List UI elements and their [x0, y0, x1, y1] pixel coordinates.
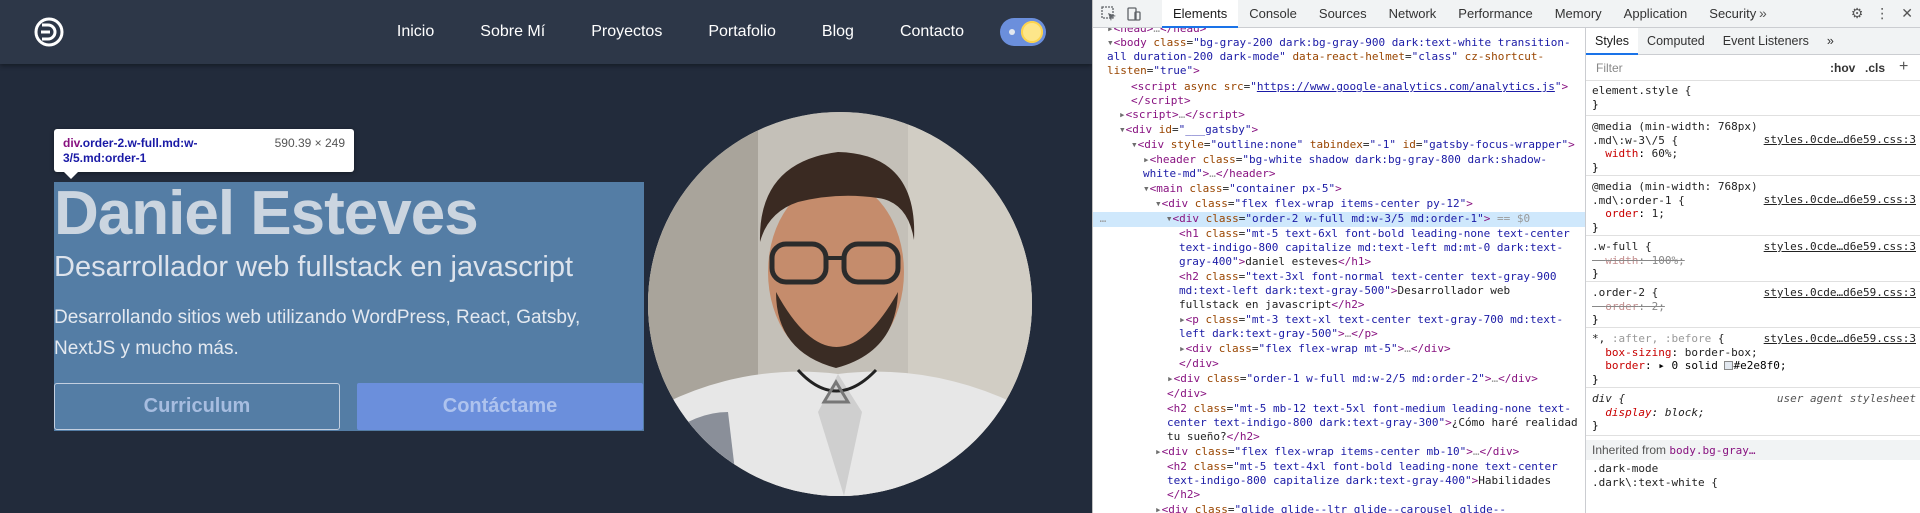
dom-node-script-analytics[interactable]: <script async src="https://www.google-an… [1093, 80, 1585, 95]
dom-node-h1[interactable]: <h1 class="mt-5 text-6xl font-bold leadi… [1093, 227, 1585, 242]
hero-name: Daniel Esteves [54, 179, 479, 248]
tab-network[interactable]: Network [1378, 0, 1448, 28]
rule-dark-mode[interactable]: .dark-mode .dark\:text-white { [1586, 462, 1920, 513]
dom-node-h2-cont2: fullstack en javascript</h2> [1179, 298, 1365, 311]
dom-node-photo-div[interactable]: ▸<div class="order-1 w-full md:w-2/5 md:… [1093, 372, 1585, 387]
contact-button[interactable]: Contáctame [357, 383, 643, 430]
dom-node-h2-sueno[interactable]: <h2 class="mt-5 mb-12 text-5xl font-medi… [1093, 402, 1585, 417]
tab-event-listeners[interactable]: Event Listeners [1714, 28, 1818, 55]
rule-user-agent-div[interactable]: div {user agent stylesheet display: bloc… [1586, 392, 1920, 436]
tab-security[interactable]: Security [1698, 0, 1767, 28]
dom-node-flex-wrap[interactable]: ▾<div class="flex flex-wrap items-center… [1093, 197, 1585, 212]
tab-memory[interactable]: Memory [1544, 0, 1613, 28]
profile-photo [648, 112, 1032, 496]
nav-link-proyectos[interactable]: Proyectos [591, 23, 662, 41]
tab-console[interactable]: Console [1238, 0, 1308, 28]
dom-node-h1-cont2: gray-400">daniel esteves</h1> [1179, 255, 1372, 268]
tab-performance[interactable]: Performance [1447, 0, 1543, 28]
dom-node-script-close: </script> [1131, 94, 1191, 107]
dom-node-h2-hab-cont: text-indigo-800 capitalize dark:text-gra… [1167, 474, 1552, 487]
inherited-selector[interactable]: body.bg-gray… [1669, 444, 1755, 457]
dom-node-focus-wrapper[interactable]: ▾<div style="outline:none" tabindex="-1"… [1093, 138, 1585, 153]
site-header: Inicio Sobre Mí Proyectos Portafolio Blo… [0, 0, 1092, 64]
tab-computed[interactable]: Computed [1638, 28, 1714, 55]
rule-md-order-1[interactable]: @media (min-width: 768px) .md\:order-1 {… [1586, 180, 1920, 236]
devtools-tabs: Elements Console Sources Network Perform… [1162, 0, 1767, 28]
nav-link-contacto[interactable]: Contacto [900, 23, 964, 41]
dom-node-h2-habilidades[interactable]: <h2 class="mt-5 text-4xl font-bold leadi… [1093, 460, 1585, 475]
styles-more-icon[interactable]: » [1818, 28, 1843, 55]
cls-toggle[interactable]: .cls [1865, 61, 1885, 75]
dom-node-h2-sueno-cont2: tu sueño?</h2> [1167, 430, 1260, 443]
inspect-tooltip: div.order-2.w-full.md:w-3/5.md:order-1 5… [54, 129, 354, 179]
main-nav: Inicio Sobre Mí Proyectos Portafolio Blo… [397, 0, 1092, 64]
styles-filter-input[interactable]: Filter [1596, 61, 1623, 75]
dom-node-h2-hab-close: </h2> [1167, 488, 1201, 501]
more-tabs-icon[interactable]: » [1759, 5, 1767, 21]
dom-node-script[interactable]: ▸<script>…</script> [1093, 108, 1585, 123]
close-icon[interactable]: ✕ [1901, 5, 1913, 22]
devtools-toolbar: Elements Console Sources Network Perform… [1093, 0, 1920, 28]
dark-mode-toggle[interactable] [1000, 18, 1046, 46]
dom-node-glide[interactable]: ▸<div class="glide glide--ltr glide--car… [1093, 503, 1585, 513]
nav-link-inicio[interactable]: Inicio [397, 23, 434, 41]
device-toolbar-icon[interactable] [1126, 6, 1142, 22]
dom-node-div-close2: </div> [1167, 387, 1207, 400]
tab-sources[interactable]: Sources [1308, 0, 1378, 28]
devtools-right-icons: ⚙ ⋮ ✕ [1851, 5, 1913, 22]
moon-icon [1009, 29, 1015, 35]
inspect-element-icon[interactable] [1101, 6, 1117, 22]
dom-node-buttons[interactable]: ▸<div class="flex flex-wrap mt-5">…</div… [1093, 342, 1585, 357]
new-rule-icon[interactable]: + [1899, 58, 1908, 76]
website-viewport: Inicio Sobre Mí Proyectos Portafolio Blo… [0, 0, 1092, 513]
kebab-menu-icon[interactable]: ⋮ [1875, 5, 1889, 22]
dom-node-flex-mb[interactable]: ▸<div class="flex flex-wrap items-center… [1093, 445, 1585, 460]
rule-w-full[interactable]: .w-full {styles.0cde…d6e59.css:3 width: … [1586, 240, 1920, 282]
dom-node-body-cont2: listen="true"> [1107, 64, 1200, 77]
nav-link-blog[interactable]: Blog [822, 23, 854, 41]
dom-node-gatsby[interactable]: ▾<div id="___gatsby"> [1093, 123, 1585, 138]
resume-button[interactable]: Curriculum [54, 383, 340, 430]
nav-link-portafolio[interactable]: Portafolio [708, 23, 776, 41]
dom-node-div-close: </div> [1179, 357, 1219, 370]
dom-node-selected[interactable]: … ▾<div class="order-2 w-full md:w-3/5 m… [1093, 212, 1585, 227]
tooltip-selector: div.order-2.w-full.md:w-3/5.md:order-1 [63, 136, 198, 165]
dom-node-header-cont: white-md">…</header> [1143, 167, 1276, 180]
styles-filter-bar: Filter :hov .cls + [1586, 55, 1920, 81]
rule-md-w-3-5[interactable]: @media (min-width: 768px) .md\:w-3\/5 {s… [1586, 120, 1920, 176]
dom-node-p[interactable]: ▸<p class="mt-3 text-xl text-center text… [1093, 313, 1585, 328]
logo-icon[interactable] [33, 16, 65, 48]
styles-tabs: Styles Computed Event Listeners » [1586, 28, 1920, 55]
sun-icon [1021, 21, 1043, 43]
hero-subtitle: Desarrollador web fullstack en javascrip… [54, 251, 573, 283]
dom-node-header[interactable]: ▸<header class="bg-white shadow dark:bg-… [1093, 153, 1585, 168]
tab-styles[interactable]: Styles [1586, 28, 1639, 55]
dom-node-h2[interactable]: <h2 class="text-3xl font-normal text-cen… [1093, 270, 1585, 285]
nav-link-sobre-mi[interactable]: Sobre Mí [480, 23, 545, 41]
devtools-panel: Elements Console Sources Network Perform… [1092, 0, 1920, 513]
hero-description: Desarrollando sitios web utilizando Word… [54, 307, 581, 359]
screen: Inicio Sobre Mí Proyectos Portafolio Blo… [0, 0, 1920, 513]
dom-node-h2-cont: md:text-left dark:text-gray-500">Desarro… [1179, 284, 1511, 297]
tab-elements[interactable]: Elements [1162, 0, 1239, 28]
styles-pane: Styles Computed Event Listeners » Filter… [1585, 28, 1920, 513]
dom-node-h2-sueno-cont: center text-indigo-800 dark:text-gray-30… [1167, 416, 1578, 429]
hov-toggle[interactable]: :hov [1830, 61, 1855, 75]
rule-order-2[interactable]: .order-2 {styles.0cde…d6e59.css:3 order:… [1586, 286, 1920, 328]
inherited-from-header: Inherited from body.bg-gray… [1586, 440, 1920, 460]
settings-gear-icon[interactable]: ⚙ [1851, 5, 1864, 22]
dom-node-p-cont: left dark:text-gray-500">…</p> [1179, 327, 1378, 340]
dom-node-main[interactable]: ▾<main class="container px-5"> [1093, 182, 1585, 197]
elements-dom-tree: ▸<head>…</head> ▾<body class="bg-gray-20… [1093, 28, 1585, 513]
tab-application[interactable]: Application [1613, 0, 1699, 28]
dom-node-body[interactable]: ▾<body class="bg-gray-200 dark:bg-gray-9… [1093, 36, 1585, 51]
dom-node-body-cont: all duration-200 dark-mode" data-react-h… [1107, 50, 1545, 63]
dom-node-h1-cont: text-indigo-800 capitalize md:text-left … [1179, 241, 1564, 254]
tooltip-dimensions: 590.39 × 249 [274, 136, 345, 150]
portrait-image [648, 112, 1032, 496]
rule-universal[interactable]: *, :after, :before {styles.0cde…d6e59.cs… [1586, 332, 1920, 388]
rule-element-style[interactable]: element.style {} [1586, 84, 1920, 116]
